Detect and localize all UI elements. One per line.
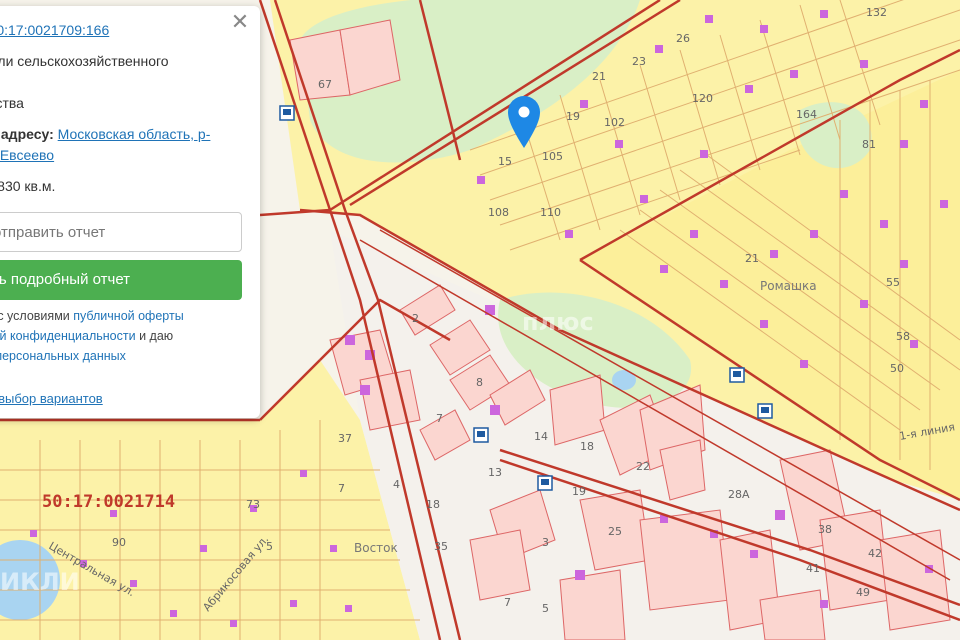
cadastral-block-label: 50:17:0021714 <box>42 492 175 512</box>
terms-text-part1: ен с условиями <box>0 309 70 323</box>
parcel-number: 42 <box>868 547 882 560</box>
parcel-number: 7 <box>504 596 511 609</box>
parcel-info-popup: ✕ : 50:17:0021709:166 емли сельскохозяйс… <box>0 6 260 418</box>
personal-data-link[interactable]: ку персональных данных <box>0 349 126 363</box>
parcel-number: 105 <box>542 150 563 163</box>
cadastral-number-row: : 50:17:0021709:166 <box>0 22 109 38</box>
parcel-number: 164 <box>796 108 817 121</box>
parcel-number: 19 <box>566 110 580 123</box>
alternative-options-link[interactable]: ой выбор вариантов <box>0 391 103 406</box>
bus-stop-icon[interactable] <box>537 475 553 491</box>
address-link-2[interactable]: , д Евсеево <box>0 147 54 163</box>
parcel-number: 81 <box>862 138 876 151</box>
parcel-number: 2 <box>412 312 419 325</box>
parcel-number: 8 <box>476 376 483 389</box>
parcel-number: 67 <box>318 78 332 91</box>
parcel-number: 5 <box>542 602 549 615</box>
address-label: по адресу: <box>0 126 54 142</box>
privacy-policy-link[interactable]: икой конфиденциальности <box>0 329 136 343</box>
parcel-number: 38 <box>818 523 832 536</box>
parcel-number: 15 <box>498 155 512 168</box>
parcel-number: 41 <box>806 562 820 575</box>
parcel-number: 35 <box>434 540 448 553</box>
parcel-number: 18 <box>426 498 440 511</box>
area-row: ь: 830 кв.м. <box>0 178 55 194</box>
parcel-number: 25 <box>608 525 622 538</box>
area-value: 830 кв.м. <box>0 178 56 194</box>
parcel-number: 37 <box>338 432 352 445</box>
parcel-number: 7 <box>338 482 345 495</box>
usage-text: льства <box>0 95 24 111</box>
parcel-number: 28A <box>728 488 750 501</box>
parcel-number: 58 <box>896 330 910 343</box>
close-icon[interactable]: ✕ <box>230 11 250 33</box>
parcel-number: 21 <box>745 252 759 265</box>
parcel-number: 23 <box>632 55 646 68</box>
parcel-number: 22 <box>636 460 650 473</box>
parcel-number: 102 <box>604 116 625 129</box>
district-label-romashka: Ромашка <box>760 279 817 293</box>
parcel-number: 3 <box>542 536 549 549</box>
bus-stop-icon[interactable] <box>279 105 295 121</box>
address-link[interactable]: Московская область, р- <box>58 126 211 142</box>
address-row-2: , д Евсеево <box>0 147 54 163</box>
parcel-number: 21 <box>592 70 606 83</box>
send-report-button[interactable]: отправить отчет <box>0 212 242 252</box>
watermark-text: плюс <box>522 308 594 336</box>
bus-stop-icon[interactable] <box>473 427 489 443</box>
category-text: емли сельскохозяйственного <box>0 53 169 69</box>
parcel-number: 7 <box>436 412 443 425</box>
parcel-number: 4 <box>393 478 400 491</box>
parcel-number: 132 <box>866 6 887 19</box>
bus-stop-icon[interactable] <box>729 367 745 383</box>
district-label-vostok: Восток <box>354 541 398 555</box>
terms-text: ен с условиями публичной оферты икой кон… <box>0 306 242 366</box>
parcel-number: 13 <box>488 466 502 479</box>
get-detailed-report-button[interactable]: ть подробный отчет <box>0 260 242 300</box>
terms-text-part2: и даю <box>139 329 174 343</box>
address-row: по адресу: Московская область, р- <box>0 126 210 142</box>
parcel-number: 55 <box>886 276 900 289</box>
parcel-number: 19 <box>572 485 586 498</box>
parcel-number: 110 <box>540 206 561 219</box>
parcel-number: 108 <box>488 206 509 219</box>
parcel-number: 50 <box>890 362 904 375</box>
parcel-number: 18 <box>580 440 594 453</box>
parcel-number: 14 <box>534 430 548 443</box>
parcel-number: 26 <box>676 32 690 45</box>
parcel-number: 73 <box>246 498 260 511</box>
parcel-number: 120 <box>692 92 713 105</box>
parcel-number: 90 <box>112 536 126 549</box>
cadastral-number-link[interactable]: 50:17:0021709:166 <box>0 22 109 38</box>
public-offer-link[interactable]: публичной оферты <box>73 309 183 323</box>
watermark-text-secondary: ИКЛИ <box>0 568 80 596</box>
bus-stop-icon[interactable] <box>757 403 773 419</box>
parcel-number: 49 <box>856 586 870 599</box>
